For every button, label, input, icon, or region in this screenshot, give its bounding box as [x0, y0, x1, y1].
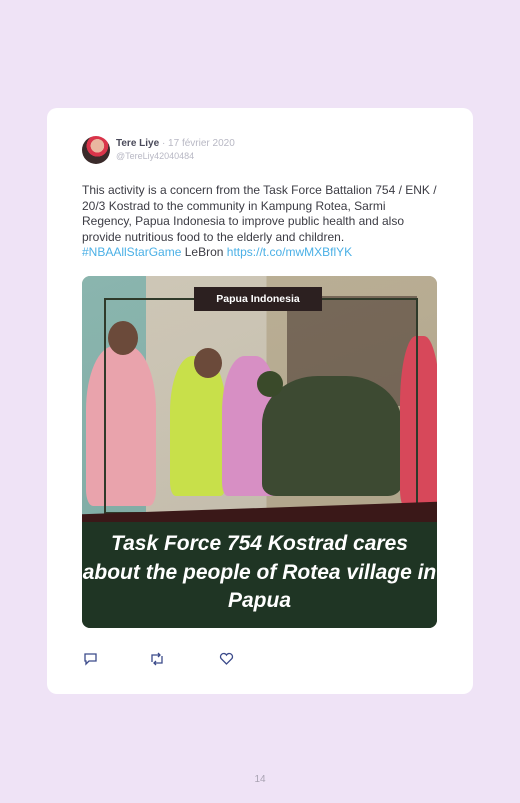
author-handle: @TereLiy42040484 — [116, 151, 195, 161]
hashtag-link[interactable]: #NBAAllStarGame — [82, 245, 181, 259]
avatar[interactable] — [82, 136, 110, 164]
tweet-text: This activity is a concern from the Task… — [82, 183, 438, 261]
tweet-date: · 17 février 2020 — [161, 138, 235, 149]
location-tag: Papua Indonesia — [194, 287, 322, 311]
page-number: 14 — [254, 774, 266, 785]
author-line: Tere Liye · 17 février 2020 — [116, 138, 235, 149]
image-caption: Task Force 754 Kostrad cares about the p… — [82, 532, 437, 612]
reply-icon[interactable] — [82, 651, 98, 667]
tweet-body: This activity is a concern from the Task… — [82, 183, 437, 244]
url-link[interactable]: https://t.co/mwMXBflYK — [227, 245, 352, 259]
tweet-card: Tere Liye · 17 février 2020 @TereLiy4204… — [47, 108, 473, 694]
tweet-image[interactable]: Papua Indonesia Task Force 754 Kostrad c… — [82, 276, 437, 628]
heart-icon[interactable] — [218, 651, 234, 667]
tweet-word: LeBron — [184, 245, 224, 259]
retweet-icon[interactable] — [149, 651, 165, 667]
photo-frame — [104, 298, 418, 514]
author-name[interactable]: Tere Liye — [116, 138, 159, 149]
